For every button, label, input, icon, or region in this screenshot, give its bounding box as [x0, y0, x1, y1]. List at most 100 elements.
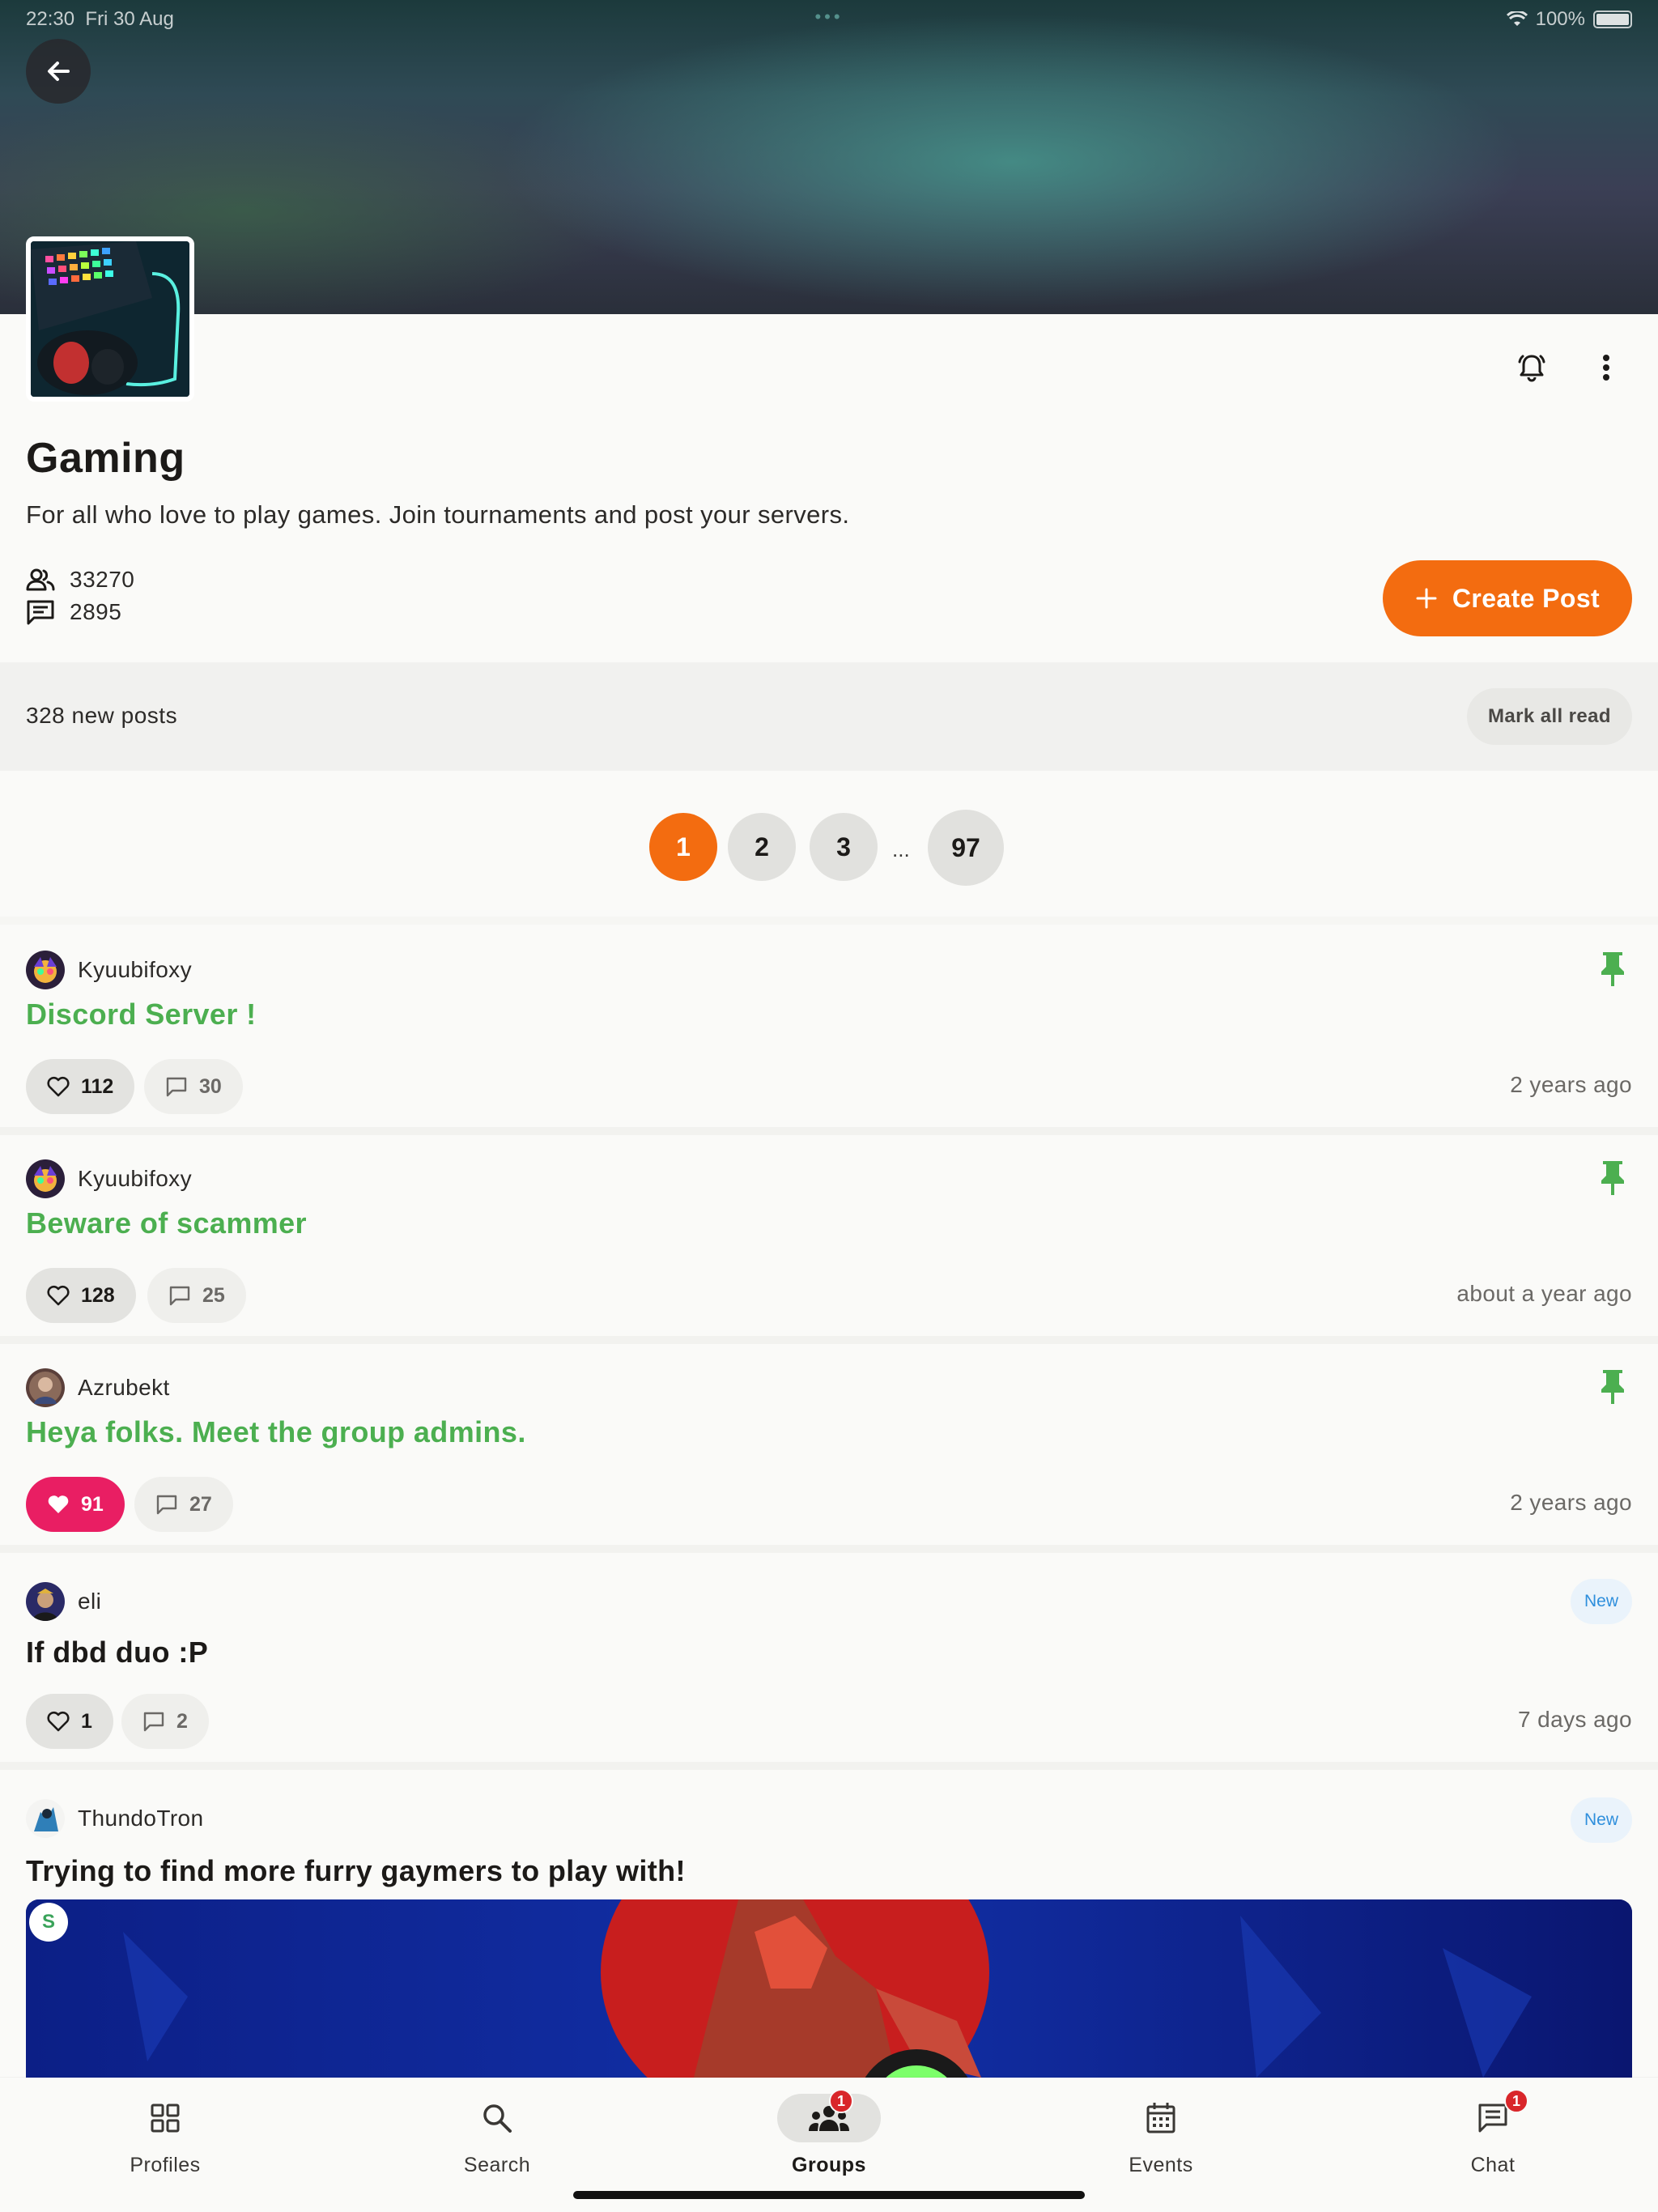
post-author[interactable]: Kyuubifoxy — [26, 1159, 192, 1198]
post-title[interactable]: If dbd duo :P — [26, 1636, 208, 1670]
chat-icon — [1478, 2104, 1507, 2133]
like-button[interactable]: 128 — [26, 1268, 136, 1323]
like-button[interactable]: 1 — [26, 1694, 113, 1749]
author-name: Azrubekt — [78, 1375, 170, 1400]
author-name: Kyuubifoxy — [78, 1166, 192, 1191]
nav-profiles[interactable]: Profiles — [68, 2094, 262, 2191]
avatar — [26, 1799, 65, 1838]
post-count: 2895 — [26, 599, 121, 625]
page-button-3[interactable]: 3 — [810, 813, 878, 881]
avatar — [26, 1582, 65, 1621]
app-root: 22:30 Fri 30 Aug ••• 100% Gaming For all… — [0, 0, 1658, 2212]
post-title[interactable]: Beware of scammer — [26, 1206, 307, 1240]
post-time: about a year ago — [1456, 1281, 1632, 1306]
page-button-97[interactable]: 97 — [928, 810, 1004, 886]
multitasking-dots: ••• — [814, 6, 844, 27]
keyboard-image — [31, 241, 189, 397]
mark-all-read-button[interactable]: Mark all read — [1467, 688, 1632, 745]
nav-label: Search — [463, 2154, 531, 2176]
pin-icon — [1601, 1370, 1624, 1404]
nav-label: Profiles — [130, 2154, 201, 2176]
bell-ring-icon — [1518, 355, 1545, 382]
pin-icon — [1601, 1161, 1624, 1195]
more-options-button[interactable] — [1584, 345, 1629, 390]
post-title[interactable]: Discord Server ! — [26, 998, 257, 1032]
comment-button[interactable]: 30 — [144, 1059, 243, 1114]
heart-outline-icon — [47, 1076, 70, 1097]
like-count: 91 — [81, 1492, 104, 1516]
battery-percent: 100% — [1535, 8, 1585, 30]
nav-icon-container — [1109, 2094, 1213, 2142]
pin-icon — [1601, 952, 1624, 986]
group-avatar — [26, 236, 194, 402]
like-button[interactable]: 112 — [26, 1059, 135, 1114]
post-divider — [0, 1127, 1658, 1135]
status-time: 22:30 Fri 30 Aug — [26, 8, 174, 30]
post-title[interactable]: Heya folks. Meet the group admins. — [26, 1415, 526, 1449]
comment-button[interactable]: 2 — [121, 1694, 209, 1749]
nav-label: Events — [1129, 2154, 1193, 2176]
post-image[interactable]: S — [26, 1899, 1632, 2094]
groups-badge: 1 — [829, 2089, 853, 2113]
nav-groups[interactable]: 1 Groups — [732, 2089, 926, 2191]
comment-count: 27 — [189, 1492, 212, 1516]
comment-icon — [169, 1286, 190, 1306]
post-divider — [0, 1545, 1658, 1553]
plus-icon — [1416, 588, 1437, 609]
nav-icon-container: 1 — [1441, 2089, 1545, 2142]
page-button-2[interactable]: 2 — [728, 813, 796, 881]
create-post-label: Create Post — [1452, 583, 1601, 613]
post-title[interactable]: Trying to find more furry gaymers to pla… — [26, 1854, 686, 1888]
notification-bell-button[interactable] — [1509, 345, 1554, 390]
group-description: For all who love to play games. Join tou… — [26, 500, 850, 529]
status-bar: 22:30 Fri 30 Aug ••• 100% — [26, 6, 1632, 32]
status-right: 100% — [1506, 8, 1632, 31]
post-time: 7 days ago — [1518, 1707, 1632, 1732]
avatar — [26, 1368, 65, 1407]
comment-button[interactable]: 27 — [134, 1477, 233, 1532]
nav-icon-container — [113, 2094, 217, 2142]
page-button-1[interactable]: 1 — [649, 813, 717, 881]
member-count: 33270 — [26, 567, 134, 593]
like-count: 1 — [81, 1709, 92, 1733]
nav-icon-container: 1 — [777, 2089, 881, 2142]
author-name: Kyuubifoxy — [78, 957, 192, 982]
nav-label: Groups — [792, 2154, 866, 2176]
comment-count: 30 — [199, 1074, 222, 1098]
post-author[interactable]: Azrubekt — [26, 1368, 170, 1407]
chat-badge: 1 — [1504, 2089, 1528, 2113]
comment-count: 25 — [202, 1283, 225, 1307]
post-time: 2 years ago — [1510, 1072, 1632, 1097]
more-vert-icon — [1603, 355, 1609, 381]
avatar — [26, 951, 65, 989]
comment-icon — [156, 1495, 177, 1515]
nav-search[interactable]: Search — [400, 2094, 594, 2191]
back-button[interactable] — [26, 39, 91, 104]
create-post-button[interactable]: Create Post — [1383, 560, 1632, 636]
new-posts-count: 328 new posts — [26, 703, 178, 728]
like-count: 128 — [81, 1283, 115, 1307]
like-button[interactable]: 91 — [26, 1477, 125, 1532]
post-author[interactable]: Kyuubifoxy — [26, 951, 192, 989]
heart-filled-icon — [48, 1495, 69, 1513]
new-badge: New — [1571, 1579, 1632, 1624]
nav-chat[interactable]: 1 Chat — [1396, 2089, 1590, 2191]
nav-icon-container — [445, 2094, 549, 2142]
comment-button[interactable]: 25 — [147, 1268, 246, 1323]
calendar-icon — [1146, 2103, 1175, 2133]
battery-icon — [1593, 11, 1632, 28]
page-ellipsis: ... — [892, 837, 910, 861]
post-image-tag: S — [29, 1903, 68, 1942]
wifi-icon — [1506, 11, 1528, 26]
post-count-value: 2895 — [70, 599, 122, 624]
post-author[interactable]: eli — [26, 1582, 101, 1621]
comment-count: 2 — [176, 1709, 188, 1733]
nav-events[interactable]: Events — [1064, 2094, 1258, 2191]
post-author[interactable]: ThundoTron — [26, 1799, 204, 1838]
posts-icon — [27, 600, 54, 625]
members-icon — [26, 568, 55, 591]
post-divider — [0, 1336, 1658, 1344]
section-divider — [0, 917, 1658, 925]
author-name: ThundoTron — [78, 1806, 204, 1831]
post-divider — [0, 1762, 1658, 1770]
